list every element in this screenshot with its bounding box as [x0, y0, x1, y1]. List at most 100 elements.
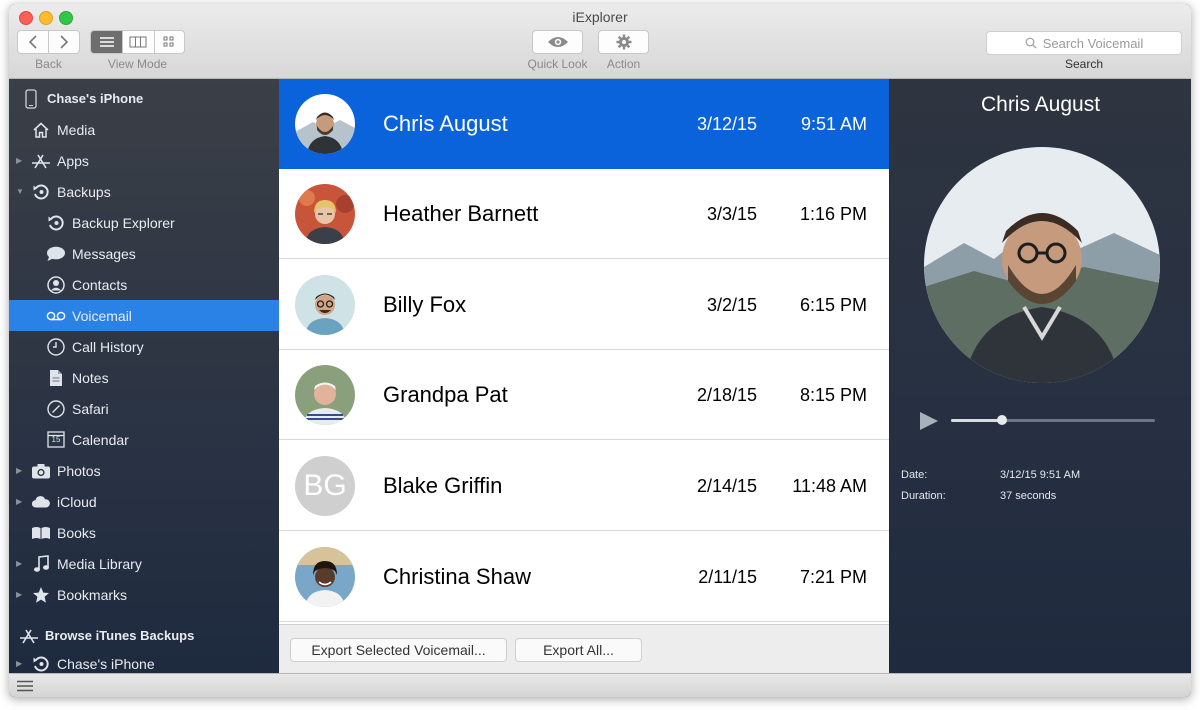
grid-view-button[interactable] — [155, 31, 184, 53]
sidebar-item-label: Contacts — [72, 276, 128, 293]
sidebar-item-call-history[interactable]: Call History — [9, 331, 316, 362]
calendar-day-badge: 15 — [51, 434, 61, 444]
disclosure-triangle-icon[interactable]: ▶ — [16, 559, 22, 568]
playback-scrubber[interactable] — [997, 415, 1007, 425]
disclosure-triangle-expanded-icon[interactable]: ▼ — [16, 187, 24, 196]
voicemail-time: 7:21 PM — [799, 567, 867, 587]
voicemail-row[interactable]: BG Blake Griffin 2/14/15 11:48 AM — [279, 441, 889, 531]
sidebar-item-label: Voicemail — [72, 307, 132, 324]
search-icon — [1025, 37, 1037, 49]
list-footer: Export Selected Voicemail... Export All.… — [279, 624, 889, 673]
disclosure-triangle-icon[interactable]: ▶ — [16, 497, 22, 506]
voicemail-row[interactable]: Billy Fox 3/2/15 6:15 PM — [279, 260, 889, 350]
sidebar-item-backups[interactable]: ▼ Backups — [9, 176, 301, 207]
date-value: 3/12/15 9:51 AM — [1000, 469, 1081, 481]
list-view-button[interactable] — [91, 31, 124, 53]
disclosure-triangle-icon[interactable]: ▶ — [16, 466, 22, 475]
quick-look-button[interactable] — [532, 30, 583, 54]
search-label: Search — [1064, 57, 1104, 71]
sidebar-item-label: Notes — [72, 369, 109, 386]
disclosure-triangle-icon[interactable]: ▶ — [16, 156, 22, 165]
play-icon[interactable] — [918, 411, 940, 431]
columns-icon — [129, 36, 147, 48]
speech-bubble-icon — [46, 244, 66, 264]
house-icon — [31, 120, 51, 140]
contact-name: Billy Fox — [383, 292, 467, 317]
voicemail-row[interactable]: Heather Barnett 3/3/15 1:16 PM — [279, 169, 889, 259]
detail-contact-name: Chris August — [980, 93, 1101, 116]
sidebar-browse-backups-header[interactable]: Browse iTunes Backups — [9, 620, 289, 651]
sidebar-item-safari[interactable]: Safari — [9, 393, 316, 424]
voicemail-list: Chris August 3/12/15 9:51 AM Heather Bar… — [279, 79, 889, 624]
quick-look-label: Quick Look — [527, 57, 588, 71]
sidebar-item-apps[interactable]: ▶ Apps — [9, 145, 301, 176]
voicemail-detail-pane: Chris August Date: 3/12/15 9:51 AM Durat… — [890, 79, 1191, 673]
sidebar-item-media-library[interactable]: ▶ Media Library — [9, 548, 301, 579]
contact-icon — [46, 275, 66, 295]
voicemail-row[interactable]: Christina Shaw 2/11/15 7:21 PM — [279, 532, 889, 622]
back-forward-control — [17, 30, 80, 54]
backup-icon — [31, 182, 51, 202]
sidebar-item-label: Bookmarks — [57, 586, 128, 603]
sidebar-item-notes[interactable]: Notes — [9, 362, 316, 393]
disclosure-triangle-icon[interactable]: ▶ — [16, 590, 22, 599]
sidebar-item-photos[interactable]: ▶ Photos — [9, 455, 301, 486]
export-all-button[interactable]: Export All... — [515, 638, 642, 662]
voicemail-date: 3/12/15 — [696, 114, 757, 134]
sidebar-item-bookmarks[interactable]: ▶ Bookmarks — [9, 579, 301, 610]
sidebar-item-contacts[interactable]: Contacts — [9, 269, 316, 300]
search-field[interactable]: Search Voicemail — [986, 31, 1182, 55]
voicemail-icon — [46, 306, 66, 326]
toolbar: iExplorer Back View Mode Quick Look Acti… — [9, 4, 1191, 79]
duration-key: Duration: — [901, 490, 946, 502]
contact-photo — [924, 147, 1160, 383]
sidebar-item-books[interactable]: Books — [9, 517, 301, 548]
sidebar-item-label: Messages — [72, 245, 136, 262]
sidebar-item-media[interactable]: Media — [9, 114, 301, 145]
note-icon — [46, 368, 66, 388]
back-label: Back — [35, 57, 62, 71]
sidebar-item-calendar[interactable]: 15 Calendar — [9, 424, 316, 455]
voicemail-row[interactable]: Chris August 3/12/15 9:51 AM — [279, 79, 889, 169]
sidebar-item-label: Safari — [72, 400, 109, 417]
avatar — [295, 94, 355, 154]
sidebar: Chase's iPhone Media ▶ Apps ▼ Backups Ba… — [9, 79, 316, 673]
voicemail-time: 1:16 PM — [799, 204, 867, 224]
sidebar-item-icloud[interactable]: ▶ iCloud — [9, 486, 301, 517]
voicemail-date: 2/14/15 — [696, 476, 757, 496]
action-button[interactable] — [598, 30, 649, 54]
music-note-icon — [31, 554, 51, 574]
sidebar-item-label: Books — [57, 524, 96, 541]
view-mode-control — [90, 30, 185, 54]
avatar — [295, 365, 355, 425]
forward-button[interactable] — [49, 31, 79, 53]
calendar-icon: 15 — [46, 430, 66, 450]
disclosure-triangle-icon[interactable]: ▶ — [16, 659, 22, 668]
playback-track[interactable] — [951, 415, 1155, 425]
hamburger-menu-icon[interactable] — [16, 680, 34, 692]
export-selected-button[interactable]: Export Selected Voicemail... — [290, 638, 507, 662]
app-store-icon — [31, 151, 51, 171]
column-view-button[interactable] — [123, 31, 155, 53]
sidebar-item-label: Backups — [57, 183, 111, 200]
voicemail-row[interactable]: Grandpa Pat 2/18/15 8:15 PM — [279, 350, 889, 440]
avatar: BG — [295, 456, 355, 516]
sidebar-item-label: Calendar — [72, 431, 129, 448]
sidebar-browse-label: Browse iTunes Backups — [45, 628, 195, 643]
voicemail-time: 8:15 PM — [799, 385, 867, 405]
app-store-icon — [19, 626, 39, 646]
sidebar-item-messages[interactable]: Messages — [9, 238, 316, 269]
sidebar-device-header[interactable]: Chase's iPhone — [9, 83, 291, 114]
back-button[interactable] — [18, 31, 50, 53]
sidebar-item-voicemail[interactable]: Voicemail — [9, 300, 316, 331]
sidebar-item-label: Chase's iPhone — [57, 655, 155, 672]
sidebar-item-backup-explorer[interactable]: Backup Explorer — [9, 207, 316, 238]
star-icon — [31, 585, 51, 605]
bottom-bar — [9, 673, 1191, 697]
action-label: Action — [606, 57, 641, 71]
date-key: Date: — [901, 469, 928, 481]
book-icon — [31, 523, 51, 543]
sidebar-item-label: Photos — [57, 462, 101, 479]
avatar-initials: BG — [303, 469, 347, 502]
iphone-icon — [21, 88, 41, 109]
